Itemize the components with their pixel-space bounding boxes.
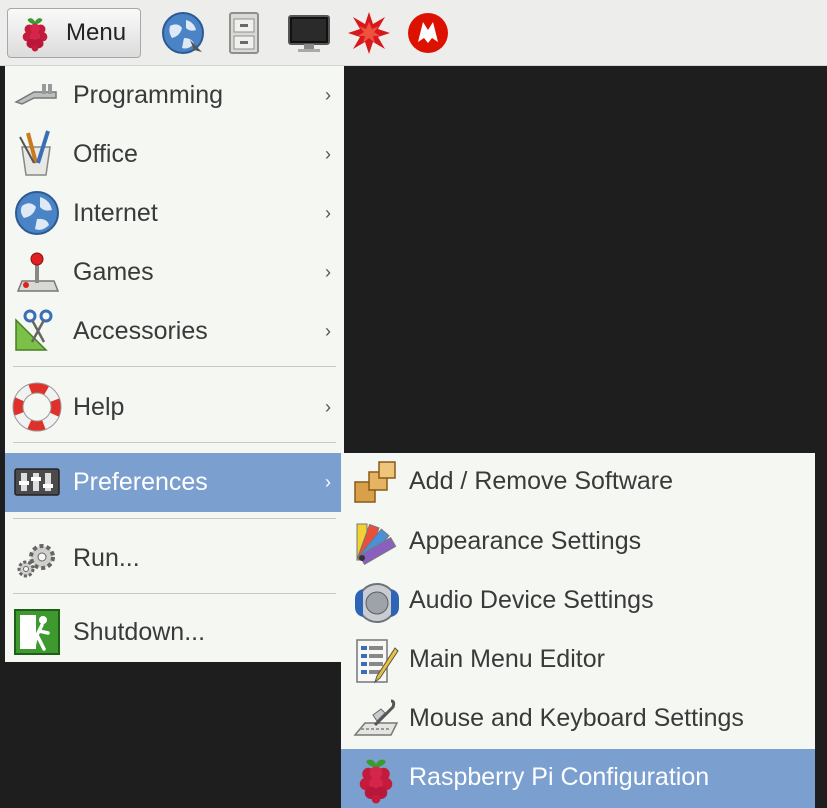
programming-icon: [14, 84, 57, 105]
submenu-item-label: Main Menu Editor: [409, 645, 605, 673]
submenu-item-label: Audio Device Settings: [409, 586, 654, 614]
menu-item-preferences[interactable]: Preferences ›: [5, 453, 344, 512]
palette-icon: [356, 523, 397, 566]
mouse-keyboard-icon: [353, 699, 399, 736]
chevron-right-icon: ›: [325, 144, 331, 164]
submenu-item-audio-device-settings[interactable]: Audio Device Settings: [341, 572, 815, 631]
chevron-right-icon: ›: [325, 397, 331, 417]
submenu-item-main-menu-editor[interactable]: Main Menu Editor: [341, 631, 815, 690]
menu-item-label: Preferences: [73, 468, 208, 496]
internet-globe-icon: [15, 191, 59, 235]
menu-item-run[interactable]: Run...: [5, 529, 344, 588]
menu-button-label: Menu: [66, 19, 127, 46]
chevron-right-icon: ›: [325, 472, 331, 492]
chevron-right-icon: ›: [325, 85, 331, 105]
submenu-item-label: Appearance Settings: [409, 527, 642, 555]
submenu-item-mouse-keyboard-settings[interactable]: Mouse and Keyboard Settings: [341, 690, 815, 749]
main-menu: Programming › Office › Internet › Games …: [5, 66, 344, 662]
menu-item-label: Office: [73, 140, 138, 168]
menu-item-programming[interactable]: Programming ›: [5, 66, 344, 125]
file-manager-icon[interactable]: [221, 10, 267, 56]
menu-separator: [13, 442, 336, 443]
menu-item-label: Help: [73, 393, 125, 421]
speaker-icon: [355, 583, 399, 623]
submenu-item-label: Raspberry Pi Configuration: [409, 763, 710, 791]
menu-separator: [13, 593, 336, 594]
submenu-item-add-remove-software[interactable]: Add / Remove Software: [341, 453, 815, 512]
submenu-item-label: Mouse and Keyboard Settings: [409, 704, 744, 732]
gears-icon: [17, 544, 55, 578]
mathematica-icon[interactable]: [346, 10, 392, 56]
menu-editor-icon: [356, 639, 399, 684]
menu-item-office[interactable]: Office ›: [5, 125, 344, 184]
preferences-submenu: Add / Remove Software Appearance Setting…: [341, 453, 815, 808]
menu-item-label: Accessories: [73, 317, 208, 345]
menu-item-help[interactable]: Help ›: [5, 378, 344, 437]
raspberry-icon: [359, 759, 393, 804]
menu-item-internet[interactable]: Internet ›: [5, 184, 344, 243]
chevron-right-icon: ›: [325, 262, 331, 282]
office-icon: [19, 130, 51, 176]
menu-separator: [13, 366, 336, 367]
accessories-icon: [15, 309, 53, 351]
menu-item-label: Games: [73, 258, 154, 286]
wolfram-icon[interactable]: [405, 10, 451, 56]
chevron-right-icon: ›: [325, 321, 331, 341]
menu-item-label: Run...: [73, 544, 140, 572]
menu-separator: [13, 518, 336, 519]
chevron-right-icon: ›: [325, 203, 331, 223]
joystick-icon: [16, 252, 60, 292]
menu-item-games[interactable]: Games ›: [5, 243, 344, 302]
preferences-icon: [14, 468, 60, 496]
taskbar: Menu: [0, 0, 827, 66]
raspberry-icon: [22, 18, 48, 52]
submenu-item-raspberry-pi-configuration[interactable]: Raspberry Pi Configuration: [341, 749, 815, 808]
menu-item-label: Shutdown...: [73, 618, 206, 646]
submenu-item-appearance-settings[interactable]: Appearance Settings: [341, 513, 815, 572]
menu-item-accessories[interactable]: Accessories ›: [5, 302, 344, 361]
lifebuoy-icon: [12, 382, 62, 432]
submenu-item-label: Add / Remove Software: [409, 467, 674, 495]
packages-icon: [354, 461, 396, 503]
menu-button[interactable]: Menu: [7, 8, 141, 58]
terminal-icon[interactable]: [286, 10, 332, 56]
web-browser-icon[interactable]: [160, 10, 206, 56]
menu-item-label: Internet: [73, 199, 158, 227]
exit-icon: [14, 609, 60, 655]
menu-item-label: Programming: [73, 81, 224, 109]
menu-item-shutdown[interactable]: Shutdown...: [5, 603, 344, 662]
